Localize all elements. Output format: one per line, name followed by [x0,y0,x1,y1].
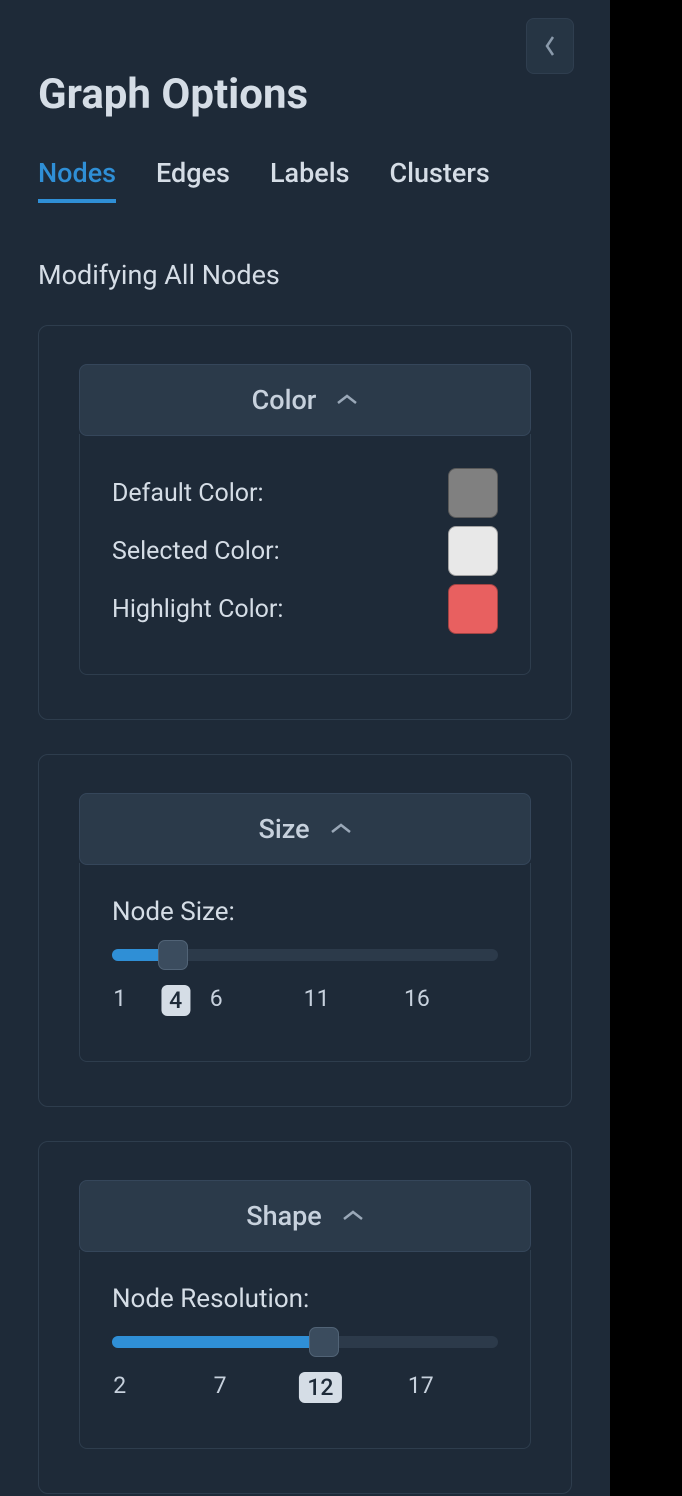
default-color-swatch[interactable] [448,468,498,518]
section-shape-body: Node Resolution: 2 7 12 17 [79,1250,531,1449]
section-color-header[interactable]: Color [79,364,531,436]
tab-clusters[interactable]: Clusters [390,157,490,203]
tick-current-4: 4 [161,985,190,1016]
chevron-left-icon [543,35,557,57]
section-size-header[interactable]: Size [79,793,531,865]
options-panel: Graph Options Nodes Edges Labels Cluster… [0,0,610,1496]
section-color: Color Default Color: Selected Color: Hig… [38,325,572,720]
tick-6: 6 [210,985,223,1012]
tab-edges[interactable]: Edges [156,157,230,203]
section-size-title: Size [258,813,309,845]
tick-2: 2 [113,1372,126,1399]
tick-current-12: 12 [299,1372,341,1403]
tabs: Nodes Edges Labels Clusters [38,157,572,203]
node-size-slider[interactable] [112,939,498,971]
slider-thumb[interactable] [309,1327,339,1357]
node-resolution-ticks: 2 7 12 17 [112,1372,498,1408]
selected-color-label: Selected Color: [112,537,280,566]
selected-color-swatch[interactable] [448,526,498,576]
highlight-color-label: Highlight Color: [112,595,283,624]
tick-7: 7 [214,1372,227,1399]
chevron-up-icon [336,393,358,407]
color-row-default: Default Color: [112,468,498,518]
slider-thumb[interactable] [158,940,188,970]
tick-1: 1 [113,985,126,1012]
chevron-up-icon [330,822,352,836]
tick-17: 17 [408,1372,434,1399]
section-color-title: Color [252,384,317,416]
node-size-ticks: 1 4 6 11 16 [112,985,498,1021]
node-size-label: Node Size: [112,897,498,927]
node-resolution-slider[interactable] [112,1326,498,1358]
chevron-up-icon [342,1209,364,1223]
page-title: Graph Options [38,70,572,119]
collapse-panel-button[interactable] [526,18,574,74]
color-row-selected: Selected Color: [112,526,498,576]
scope-subtitle: Modifying All Nodes [38,259,572,291]
section-size: Size Node Size: 1 4 6 11 16 [38,754,572,1107]
section-size-body: Node Size: 1 4 6 11 16 [79,863,531,1062]
default-color-label: Default Color: [112,479,264,508]
node-resolution-label: Node Resolution: [112,1284,498,1314]
highlight-color-swatch[interactable] [448,584,498,634]
slider-fill [112,1336,315,1348]
tick-16: 16 [404,985,430,1012]
tab-labels[interactable]: Labels [270,157,350,203]
tick-11: 11 [304,985,330,1012]
section-shape-header[interactable]: Shape [79,1180,531,1252]
section-color-body: Default Color: Selected Color: Highlight… [79,434,531,675]
color-row-highlight: Highlight Color: [112,584,498,634]
tab-nodes[interactable]: Nodes [38,157,116,203]
section-shape-title: Shape [246,1200,322,1232]
section-shape: Shape Node Resolution: 2 7 12 17 [38,1141,572,1494]
